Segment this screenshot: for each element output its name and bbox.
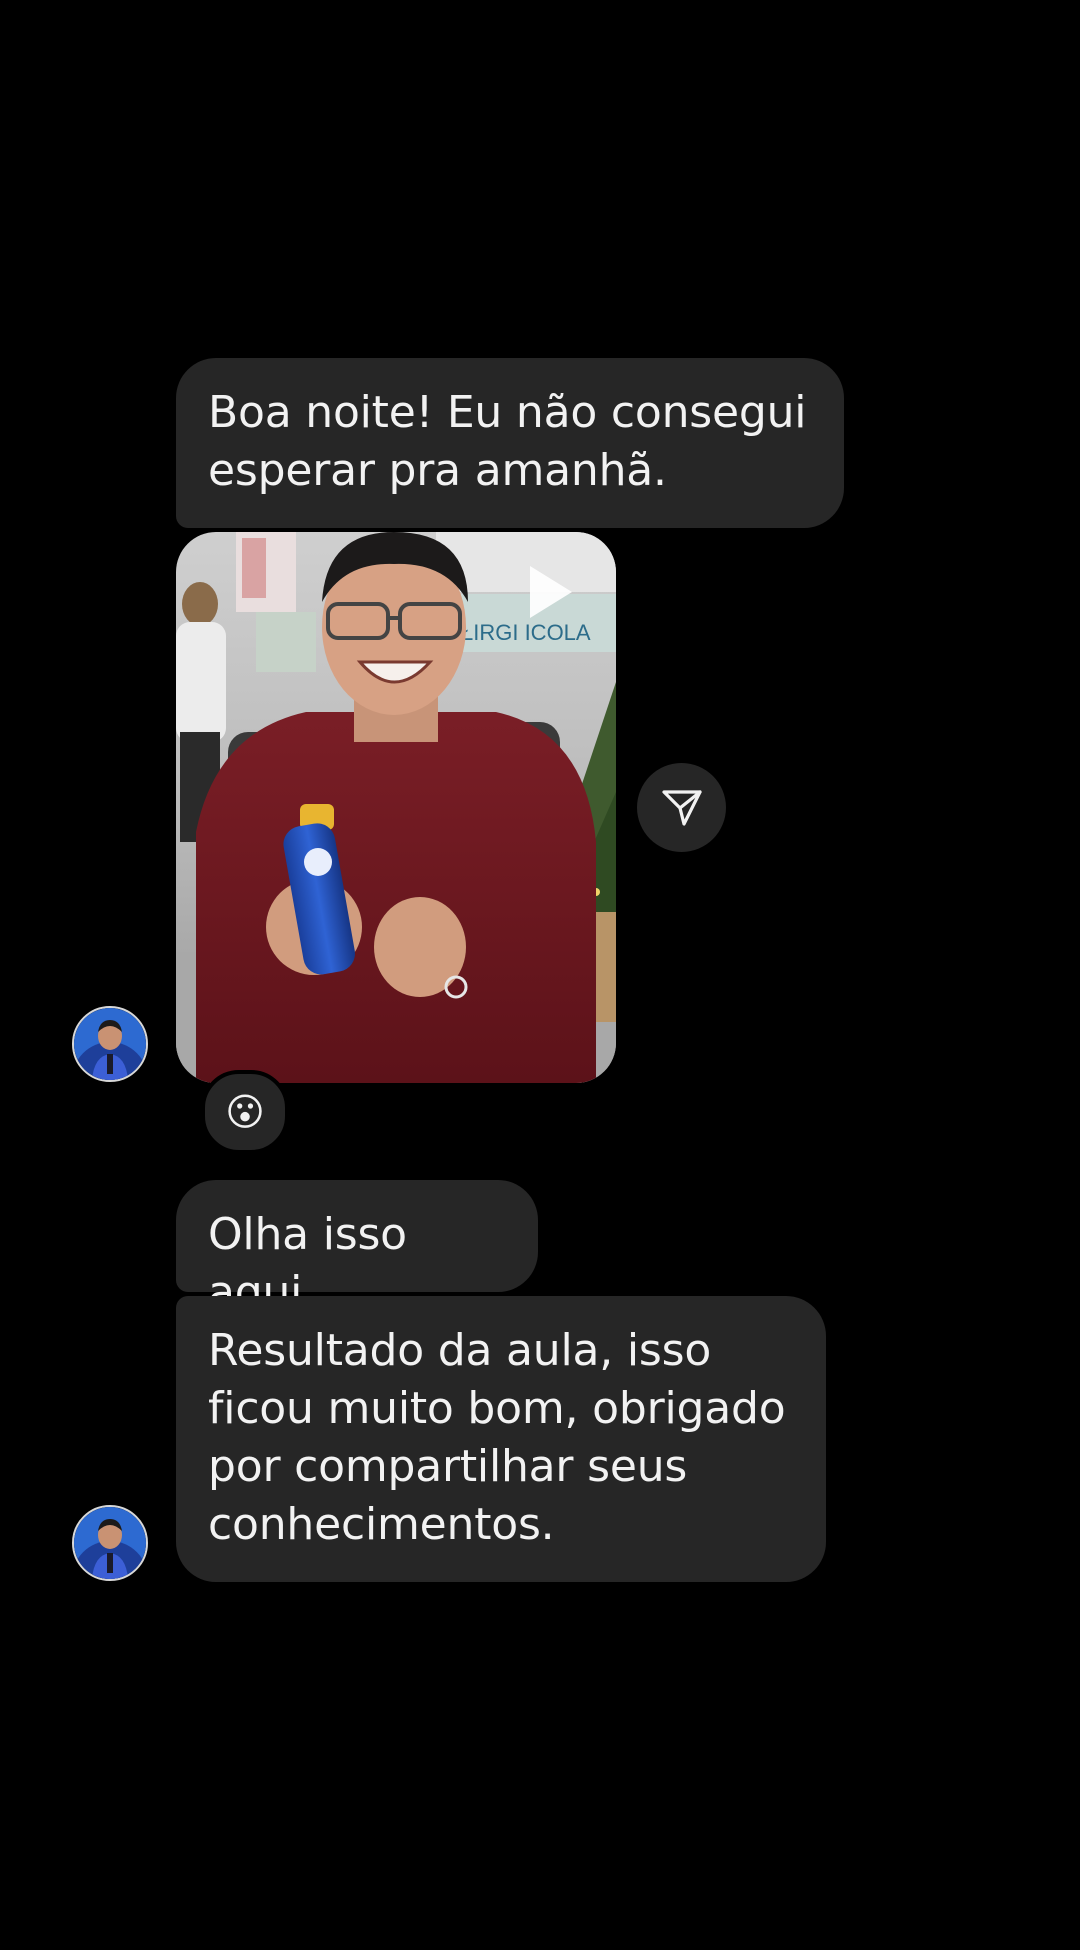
message-bubble[interactable]: Boa noite! Eu não consegui esperar pra a… [176,358,844,528]
avatar[interactable] [72,1505,148,1581]
message-bubble[interactable]: Resultado da aula, isso ficou muito bom,… [176,1296,826,1582]
video-message[interactable]: ŁIRGI ICOLA [176,532,616,1083]
profile-photo [74,1507,146,1579]
message-bubble[interactable]: Olha isso aqui [176,1180,538,1318]
share-button[interactable] [637,763,726,852]
video-thumbnail: ŁIRGI ICOLA [176,532,616,1083]
surprised-emoji: 😮 [225,1090,265,1134]
avatar[interactable] [72,1006,148,1082]
send-icon [661,789,702,826]
svg-text:ŁIRGI ICOLA: ŁIRGI ICOLA [461,620,591,645]
profile-photo [74,1008,146,1080]
reaction-badge[interactable]: 😮 [201,1070,289,1154]
